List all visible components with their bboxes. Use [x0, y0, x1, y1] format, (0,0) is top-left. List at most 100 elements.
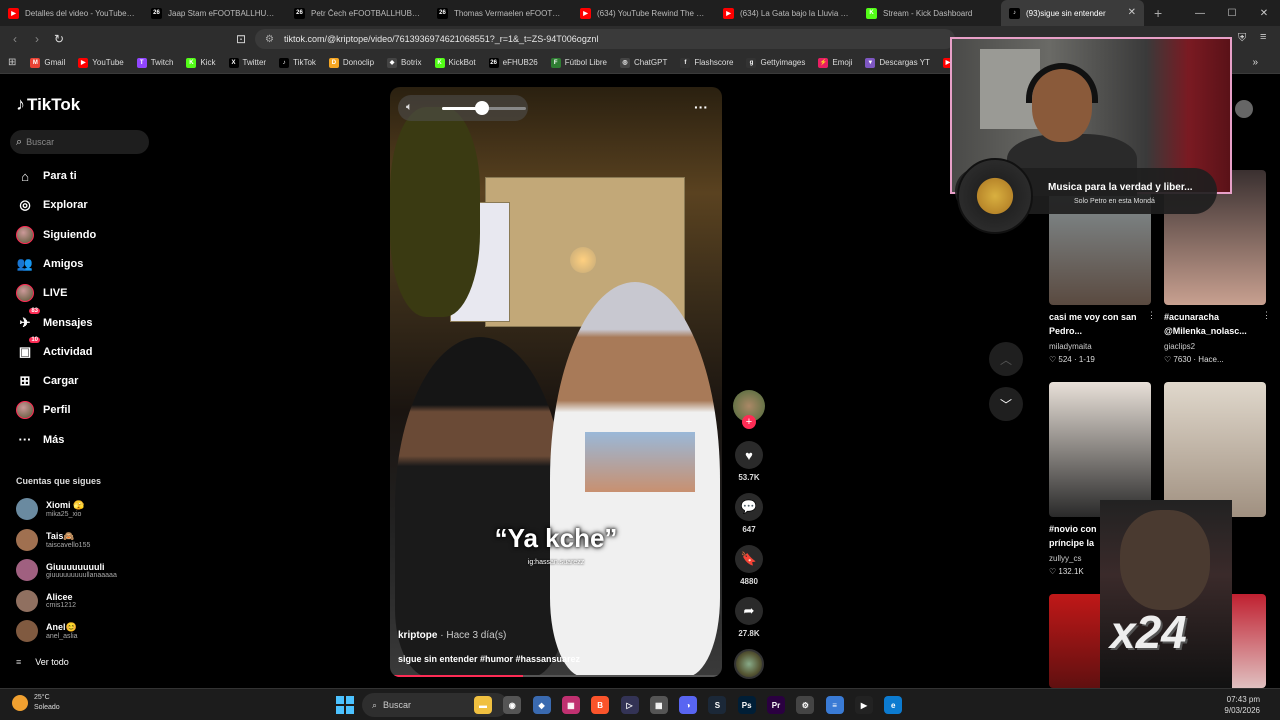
related-video-user[interactable]: giaclips2: [1164, 342, 1195, 351]
related-video-user[interactable]: zullyy_cs: [1049, 554, 1081, 563]
video-description[interactable]: sigue sin entender #humor #hassansuarez: [398, 654, 580, 664]
photoshop-icon[interactable]: Ps: [737, 696, 756, 714]
nav-item[interactable]: Siguiendo: [16, 225, 96, 245]
following-account[interactable]: Anel😊 anel_aslia: [16, 620, 78, 642]
video-more-icon[interactable]: ···: [694, 99, 708, 115]
search-input[interactable]: ⌕ Buscar: [10, 130, 149, 154]
bookmark-item[interactable]: ◆ Botrix: [387, 57, 422, 68]
comment-button[interactable]: 💬 647: [731, 493, 767, 534]
calculator-icon[interactable]: ▦: [649, 696, 668, 714]
video-progress-bar[interactable]: [390, 675, 722, 677]
next-video-button[interactable]: ﹀: [989, 387, 1023, 421]
following-account[interactable]: Tais🙈 taiscavello155: [16, 528, 90, 551]
notepad-icon[interactable]: ≡: [825, 696, 844, 714]
bookmark-item[interactable]: F Fútbol Libre: [550, 57, 607, 68]
related-video-more-icon[interactable]: ⋮: [1147, 310, 1156, 321]
file-explorer-icon[interactable]: ▬: [474, 696, 492, 714]
bookmark-item[interactable]: ◎ ChatGPT: [620, 57, 667, 68]
maximize-icon[interactable]: ☐: [1216, 8, 1248, 19]
video-author[interactable]: kriptope · Hace 3 día(s): [398, 630, 506, 641]
bookmark-item[interactable]: K Kick: [186, 57, 216, 68]
extensions-icon[interactable]: ⛨: [1238, 32, 1246, 45]
related-video-user[interactable]: miladymaita: [1049, 342, 1092, 351]
browser-tab[interactable]: ▶ Detalles del video - YouTube St: [0, 0, 143, 26]
following-account[interactable]: Xiomi 🫣 mika25_xio: [16, 498, 84, 520]
url-field[interactable]: ⚙ tiktok.com/@kriptope/video/76139369746…: [255, 29, 955, 49]
settings-icon[interactable]: ⚙: [796, 696, 815, 714]
related-video-thumbnail[interactable]: [1049, 382, 1151, 517]
discord-icon[interactable]: ◑: [679, 696, 698, 714]
media-icon[interactable]: ▷: [620, 696, 639, 714]
browser-menu-icon[interactable]: ≡: [1260, 31, 1266, 43]
bookmark-item[interactable]: f Flashscore: [680, 57, 733, 68]
nav-item[interactable]: ✈ 83 Mensajes: [16, 307, 93, 333]
music-disc-icon[interactable]: [734, 649, 764, 679]
nav-item[interactable]: ··· Más: [16, 430, 65, 450]
following-account[interactable]: Alicee cmis1212: [16, 589, 76, 612]
related-video-title[interactable]: #novio con príncipe la: [1049, 522, 1099, 550]
site-info-icon[interactable]: ⚙: [265, 34, 274, 45]
volume-knob[interactable]: [475, 101, 490, 115]
volume-control[interactable]: 🔈︎: [398, 95, 528, 121]
player-icon[interactable]: ▶: [854, 696, 873, 714]
apps-grid-icon[interactable]: ⊞: [8, 57, 16, 68]
browser-tab[interactable]: ▶ (634) YouTube Rewind The Ulti: [572, 0, 715, 26]
weather-widget[interactable]: 25°C Soleado: [12, 693, 60, 713]
bookmark-item[interactable]: K KickBot: [434, 57, 476, 68]
tiktok-logo[interactable]: ♪ TikTok: [16, 94, 80, 115]
nav-item[interactable]: ◎ Explorar: [16, 195, 87, 215]
browser-tab[interactable]: 26 Petr Čech eFOOTBALLHUB Jug: [286, 0, 429, 26]
bookmarks-overflow-icon[interactable]: »: [1252, 57, 1258, 68]
bookmark-item[interactable]: M Gmail: [30, 57, 65, 68]
new-tab-button[interactable]: +: [1154, 5, 1162, 21]
bookmark-item[interactable]: ▼ Descargas YT: [865, 57, 930, 68]
follow-plus-icon[interactable]: +: [742, 415, 756, 429]
chrome-icon[interactable]: ◉: [503, 696, 522, 714]
bookmark-item[interactable]: X Twitter: [228, 57, 266, 68]
related-video-thumbnail[interactable]: [1164, 382, 1266, 517]
system-clock[interactable]: 07:43 pm 9/03/2026: [1224, 694, 1260, 716]
bookmark-icon[interactable]: 🔖: [735, 545, 763, 573]
brave-icon[interactable]: B: [591, 696, 610, 714]
speaker-icon[interactable]: 🔈︎: [406, 101, 413, 114]
related-video-more-icon[interactable]: ⋮: [1262, 310, 1271, 321]
close-window-icon[interactable]: ✕: [1248, 8, 1280, 19]
previous-video-button[interactable]: ︿: [989, 342, 1023, 376]
see-all-button[interactable]: ≡ Ver todo: [16, 657, 69, 667]
bookmark-item[interactable]: 26 eFHUB26: [488, 57, 538, 68]
browser-tab[interactable]: ▶ (634) La Gata bajo la Lluvia - A: [715, 0, 858, 26]
browser-tab[interactable]: K Stream - Kick Dashboard: [858, 0, 1001, 26]
app-pink-icon[interactable]: ▦: [561, 696, 580, 714]
nav-item[interactable]: LIVE: [16, 283, 67, 303]
bookmark-item[interactable]: ♪ TikTok: [279, 57, 316, 68]
app-3d-icon[interactable]: ◆: [532, 696, 551, 714]
minimize-icon[interactable]: —: [1184, 8, 1216, 19]
steam-icon[interactable]: S: [708, 696, 727, 714]
save-button[interactable]: 🔖 4880: [731, 545, 767, 586]
nav-item[interactable]: ▣ 10 Actividad: [16, 336, 93, 362]
nav-item[interactable]: Perfil: [16, 400, 71, 420]
reload-icon[interactable]: ↻: [48, 32, 70, 46]
back-icon[interactable]: ‹: [4, 32, 26, 46]
close-tab-icon[interactable]: ✕: [1128, 7, 1136, 18]
heart-icon[interactable]: ♥: [735, 441, 763, 469]
share-icon[interactable]: ➦: [735, 597, 763, 625]
following-account[interactable]: Giuuuuuuuuli giuuuuuuuuullanaaaaa: [16, 559, 117, 581]
browser-tab[interactable]: ♪ (93)sigue sin entender ✕: [1001, 0, 1144, 26]
nav-item[interactable]: ⊞ Cargar: [16, 371, 79, 391]
browser-tab[interactable]: 26 Thomas Vermaelen eFOOTBAL: [429, 0, 572, 26]
start-button-icon[interactable]: [336, 696, 354, 714]
premiere-icon[interactable]: Pr: [767, 696, 785, 714]
nav-item[interactable]: ⌂ Para ti: [16, 166, 77, 186]
bookmark-page-icon[interactable]: ⊡: [230, 32, 252, 46]
video-player[interactable]: 🔈︎ ··· “Ya kche” ig:hassan.suarezz kript…: [390, 87, 722, 677]
related-video-title[interactable]: #acunaracha @Milenka_nolasc...: [1164, 310, 1262, 338]
related-video-title[interactable]: casi me voy con san Pedro...: [1049, 310, 1147, 338]
bookmark-item[interactable]: T Twitch: [136, 57, 173, 68]
edge-icon[interactable]: e: [884, 696, 903, 714]
forward-icon[interactable]: ›: [26, 32, 48, 46]
comment-icon[interactable]: 💬: [735, 493, 763, 521]
bookmark-item[interactable]: D Donoclip: [328, 57, 374, 68]
browser-tab[interactable]: 26 Jaap Stam eFOOTBALLHUB Jug: [143, 0, 286, 26]
bookmark-item[interactable]: g Gettyimages: [746, 57, 805, 68]
